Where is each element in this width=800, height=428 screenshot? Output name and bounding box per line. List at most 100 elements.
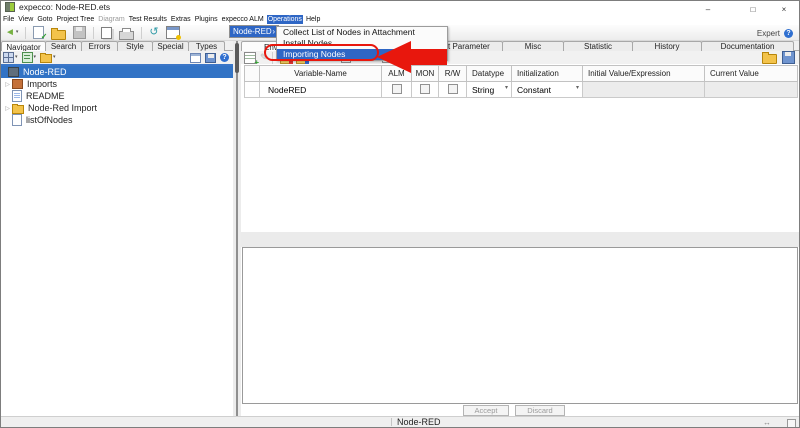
titlebar: expecco: Node-RED.ets	[1, 1, 799, 13]
col-current-value[interactable]: Current Value	[704, 65, 798, 82]
col-initialization[interactable]: Initialization	[511, 65, 583, 82]
red-arrow-shaft-annotation	[411, 49, 447, 65]
folder-mode-button[interactable]: ▾	[40, 52, 56, 64]
tree-item-label: README	[26, 91, 65, 101]
menu-view[interactable]: View	[17, 15, 34, 24]
horizontal-splitter[interactable]	[241, 232, 799, 247]
tab-errors[interactable]: Errors	[81, 41, 118, 51]
add-variable-button[interactable]: +	[244, 51, 259, 66]
tree-item-node-red-import[interactable]: ▷ Node-Red Import	[1, 102, 233, 114]
minimize-button[interactable]: –	[693, 1, 723, 17]
col-rw[interactable]: R/W	[438, 65, 467, 82]
table-header-row: Variable-Name ALM MON R/W Datatype Initi…	[244, 65, 798, 82]
tree-mode-button[interactable]: ▾	[21, 52, 37, 64]
tab-types[interactable]: Types	[188, 41, 225, 51]
menu-diagram: Diagram	[98, 15, 125, 23]
col-mon[interactable]: MON	[411, 65, 439, 82]
accept-item-button[interactable]: ✓	[33, 26, 47, 41]
duplicate-button[interactable]	[101, 26, 113, 40]
checked-page-icon: ✓	[33, 26, 47, 41]
menu-extras[interactable]: Extras	[170, 15, 192, 24]
alm-checkbox[interactable]	[391, 83, 402, 94]
history-back-button[interactable]: ◄ ▾	[5, 26, 18, 40]
dropdown-icon: ▾	[15, 54, 18, 60]
col-datatype[interactable]: Datatype	[466, 65, 512, 82]
help-icon[interactable]: ?	[784, 29, 793, 38]
left-tabbar: Navigator Search Errors Style Special Ty…	[1, 41, 233, 52]
help-icon[interactable]: ?	[220, 53, 229, 62]
tree-item-imports[interactable]: ▷ Imports	[1, 78, 233, 90]
tree-item-label: listOfNodes	[26, 115, 73, 125]
alm-cell	[381, 81, 412, 98]
back-dropdown-icon: ▾	[15, 29, 19, 35]
dropdown-icon[interactable]: ▾	[505, 85, 508, 91]
datatype-value: String	[472, 84, 495, 95]
back-icon: ◄	[5, 26, 15, 38]
tab-history[interactable]: History	[632, 41, 702, 51]
save-environment-icon[interactable]	[782, 51, 795, 64]
datatype-select[interactable]: String ▾	[466, 81, 512, 98]
printer-icon	[119, 27, 135, 40]
initialization-select[interactable]: Constant ▾	[511, 81, 583, 98]
menu-item-collect-list[interactable]: Collect List of Nodes in Attachment	[277, 27, 447, 38]
tree-item-readme[interactable]: README	[1, 90, 233, 102]
mon-checkbox[interactable]	[420, 83, 430, 94]
tab-documentation[interactable]: Documentation	[701, 41, 794, 51]
col-variable-name[interactable]: Variable-Name	[259, 65, 382, 82]
view-mode-button[interactable]: ▾	[3, 52, 18, 64]
menu-plugins[interactable]: Plugins	[194, 15, 219, 24]
tree-item-node-red[interactable]: Node-RED	[1, 66, 233, 78]
tab-search[interactable]: Search	[45, 41, 82, 51]
resize-icon[interactable]: ↔	[763, 417, 771, 427]
splitter-handle[interactable]	[235, 43, 239, 73]
save-button[interactable]	[73, 26, 87, 40]
navigator-toolbar: ▾ ▾ ▾ ?	[1, 51, 233, 64]
table-row[interactable]: NodeRED String ▾ Constant ▾	[244, 81, 798, 98]
tab-special[interactable]: Special	[152, 41, 189, 51]
col-initial-value[interactable]: Initial Value/Expression	[582, 65, 705, 82]
menu-test-results[interactable]: Test Results	[128, 15, 168, 24]
current-value-cell[interactable]	[704, 81, 798, 98]
window-icon[interactable]	[190, 52, 201, 63]
comment-editor-pane[interactable]	[242, 247, 798, 404]
rw-checkbox[interactable]	[447, 83, 458, 94]
menu-operations[interactable]: Operations	[266, 14, 303, 24]
row-selector-cell[interactable]	[244, 81, 260, 98]
maximize-button[interactable]: □	[738, 1, 768, 17]
menu-help[interactable]: Help	[305, 15, 321, 24]
panel-splitter[interactable]	[233, 41, 241, 416]
print-button[interactable]	[119, 26, 135, 40]
grid-view-icon	[3, 52, 14, 63]
accept-button[interactable]: Accept	[463, 405, 509, 416]
menu-project-tree[interactable]: Project Tree	[56, 15, 96, 24]
menu-goto[interactable]: Goto	[36, 15, 53, 24]
tab-statistic[interactable]: Statistic	[563, 41, 633, 51]
undo-button[interactable]: ↺	[149, 26, 158, 40]
toolbar-separator	[141, 26, 143, 39]
save-view-icon[interactable]	[205, 52, 216, 63]
settings-button[interactable]	[165, 26, 181, 40]
discard-button[interactable]: Discard	[515, 405, 565, 416]
expand-arrow-icon[interactable]: ▷	[3, 105, 12, 112]
tree-view-icon	[21, 52, 33, 63]
project-icon	[8, 67, 19, 77]
menu-expecco-alm[interactable]: expecco ALM	[221, 15, 265, 24]
document-icon	[12, 90, 22, 102]
tab-style[interactable]: Style	[117, 41, 153, 51]
open-button[interactable]	[51, 26, 67, 40]
close-button[interactable]: ×	[770, 1, 798, 17]
dropdown-icon: ▾	[33, 54, 37, 60]
tree-item-label: Node-Red Import	[28, 103, 98, 113]
variables-table: Variable-Name ALM MON R/W Datatype Initi…	[244, 65, 798, 98]
initial-value-cell[interactable]	[582, 81, 705, 98]
tab-misc[interactable]: Misc	[502, 41, 564, 51]
menu-item-node-red[interactable]: Node-RED	[233, 27, 272, 36]
variable-name-cell[interactable]: NodeRED	[259, 81, 382, 98]
expand-arrow-icon[interactable]: ▷	[3, 81, 12, 88]
menubar: File View Goto Project Tree Diagram Test…	[1, 13, 799, 25]
resize-grip[interactable]	[787, 419, 796, 427]
menu-file[interactable]: File	[2, 15, 15, 24]
tree-item-listofnodes[interactable]: listOfNodes	[1, 114, 233, 126]
load-environment-icon[interactable]	[762, 51, 777, 64]
dropdown-icon[interactable]: ▾	[576, 85, 579, 91]
